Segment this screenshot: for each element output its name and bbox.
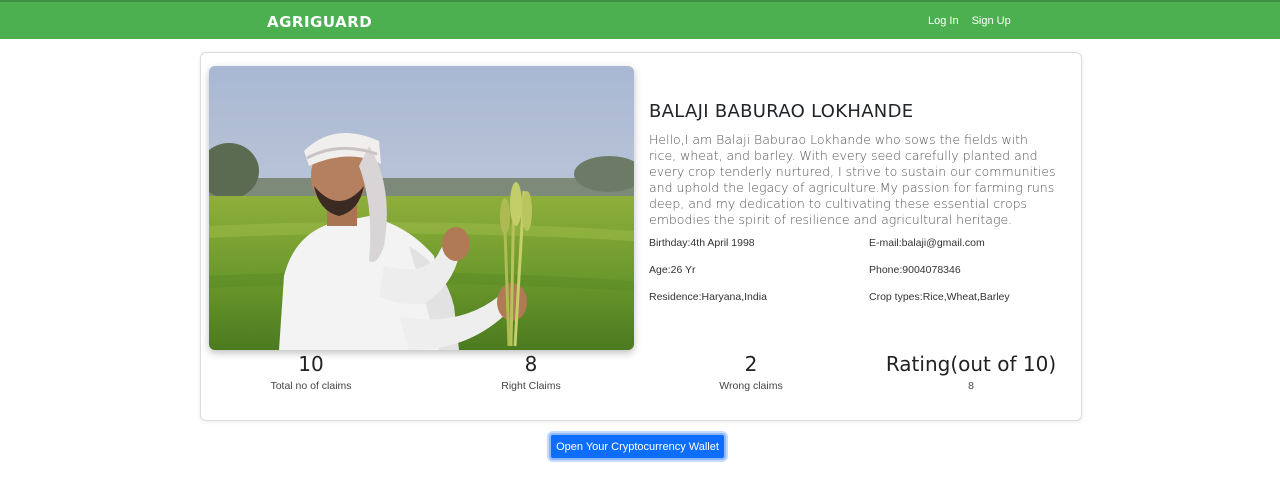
nav-links: Log In Sign Up	[928, 15, 1011, 27]
stat-wrong-claims: 2 Wrong claims	[641, 351, 861, 392]
profile-bio: Hello,I am Balaji Baburao Lokhande who s…	[649, 132, 1056, 227]
stat-rating: Rating(out of 10) 8	[861, 351, 1081, 392]
email: E-mail:balaji@gmail.com	[869, 237, 985, 249]
stat-label: 8	[968, 380, 974, 392]
claims-stats: 10 Total no of claims 8 Right Claims 2 W…	[201, 351, 1081, 401]
stat-label: Right Claims	[501, 380, 561, 392]
birthday: Birthday:4th April 1998	[649, 237, 755, 249]
stat-value: 8	[524, 352, 538, 376]
brand-logo[interactable]: AGRIGUARD	[267, 13, 372, 31]
login-link[interactable]: Log In	[928, 15, 959, 27]
profile-card: BALAJI BABURAO LOKHANDE Hello,I am Balaj…	[200, 52, 1082, 421]
profile-name: BALAJI BABURAO LOKHANDE	[649, 101, 914, 122]
navbar: AGRIGUARD Log In Sign Up	[0, 0, 1280, 39]
profile-info: BALAJI BABURAO LOKHANDE Hello,I am Balaj…	[649, 101, 1059, 228]
stat-label: Wrong claims	[719, 380, 783, 392]
stat-right-claims: 8 Right Claims	[421, 351, 641, 392]
residence: Residence:Haryana,India	[649, 291, 767, 303]
stat-value: 10	[298, 352, 324, 376]
open-wallet-button[interactable]: Open Your Cryptocurrency Wallet	[549, 433, 726, 460]
stat-value: 2	[744, 352, 758, 376]
stat-label: Total no of claims	[270, 380, 352, 392]
crop-types: Crop types:Rice,Wheat,Barley	[869, 291, 1010, 303]
stat-value: Rating(out of 10)	[885, 352, 1057, 376]
profile-details: Birthday:4th April 1998 E-mail:balaji@gm…	[649, 237, 1069, 303]
age: Age:26 Yr	[649, 264, 696, 276]
signup-link[interactable]: Sign Up	[972, 15, 1011, 27]
farmer-photo	[209, 66, 634, 350]
phone: Phone:9004078346	[869, 264, 961, 276]
stat-total-claims: 10 Total no of claims	[201, 351, 421, 392]
